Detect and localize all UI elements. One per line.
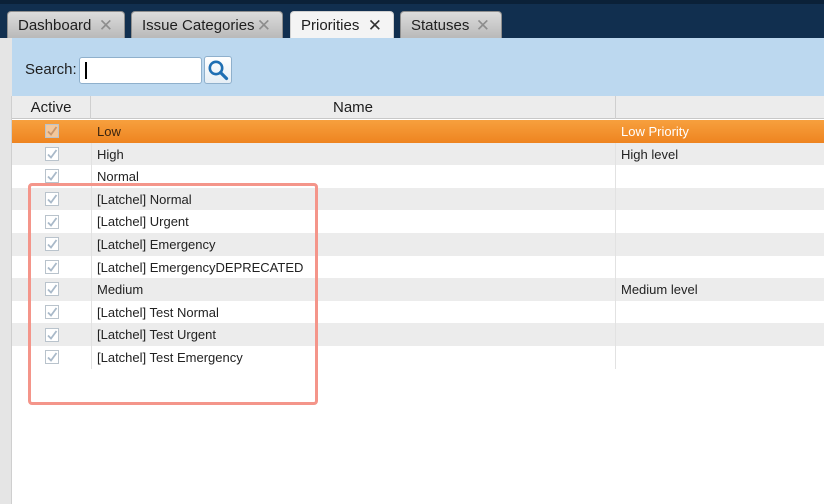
checkmark-icon [44,350,59,365]
table-row[interactable]: High High level [12,142,824,166]
tab-label: Priorities [301,17,360,34]
table-row[interactable]: [Latchel] Normal [12,187,824,211]
table-row[interactable]: Normal [12,165,824,188]
column-header-name[interactable]: Name [91,96,616,119]
active-checkbox[interactable] [12,278,91,301]
table-row[interactable]: [Latchel] Test Normal [12,300,824,324]
table-row[interactable]: Low Low Priority [12,120,824,143]
search-label: Search: [25,61,77,78]
priority-description [616,301,824,324]
priority-description: High level [621,146,679,162]
checkmark-icon [44,305,59,320]
table-row[interactable]: [Latchel] Test Emergency [12,345,824,369]
checkmark-icon [44,192,59,207]
checkmark-icon [44,282,59,297]
checkmark-icon [44,327,59,342]
search-button[interactable] [204,56,232,84]
priority-description [616,323,824,346]
priority-name: Medium [91,278,616,301]
priority-description [616,233,824,256]
priorities-grid: Low Low Priority High High level Normal [Latc… [12,120,824,369]
priority-name: Low [97,124,121,139]
table-row[interactable]: [Latchel] EmergencyDEPRECATED [12,255,824,279]
tab-statuses[interactable]: Statuses ✕ [400,11,502,38]
checkmark-icon [44,259,59,274]
priority-name: [Latchel] Emergency [91,232,616,256]
search-icon [208,60,229,81]
tab-dashboard[interactable]: Dashboard ✕ [7,11,125,38]
priority-name: [Latchel] Normal [91,187,616,211]
close-icon[interactable]: ✕ [257,17,271,34]
active-checkbox[interactable] [12,301,91,324]
checkmark-icon [44,169,59,184]
active-checkbox[interactable] [12,120,91,143]
checkmark-icon [44,237,59,252]
priority-description [616,256,824,279]
priority-description: Medium level [621,282,698,298]
table-row[interactable]: [Latchel] Emergency [12,232,824,256]
priority-name: [Latchel] Urgent [91,210,616,233]
priority-name: [Latchel] EmergencyDEPRECATED [91,255,616,279]
active-checkbox[interactable] [12,256,91,279]
tab-label: Statuses [411,16,470,34]
column-header-description[interactable] [616,96,824,119]
table-row[interactable]: [Latchel] Urgent [12,210,824,233]
active-checkbox[interactable] [12,210,91,233]
close-icon[interactable]: ✕ [368,17,382,34]
active-checkbox[interactable] [12,346,91,369]
checkmark-icon [44,214,59,229]
tab-issue-categories[interactable]: Issue Categories ✕ [131,11,283,38]
table-row[interactable]: [Latchel] Test Urgent [12,323,824,346]
close-icon[interactable]: ✕ [99,17,113,34]
priority-description [616,165,824,188]
checkmark-icon [44,146,59,161]
text-cursor [85,62,87,79]
priority-name: Normal [91,165,616,188]
priority-name: [Latchel] Test Urgent [91,323,616,346]
priority-description: Low Priority [621,124,689,139]
column-header-active[interactable]: Active [12,96,91,119]
tab-label: Dashboard [18,16,92,34]
priority-description [616,210,824,233]
tab-label: Issue Categories [142,16,255,34]
active-checkbox[interactable] [12,188,91,211]
close-icon[interactable]: ✕ [476,17,490,34]
tab-bar-top-line [0,0,824,4]
priority-name: High [91,142,616,166]
active-checkbox[interactable] [12,143,91,166]
active-checkbox[interactable] [12,323,91,346]
checkmark-icon [44,124,59,139]
priority-description [616,346,824,369]
active-checkbox[interactable] [12,165,91,188]
tab-priorities[interactable]: Priorities ✕ [290,11,394,39]
active-checkbox[interactable] [12,233,91,256]
priority-name: [Latchel] Test Normal [91,300,616,324]
table-row[interactable]: Medium Medium level [12,278,824,301]
search-input[interactable] [79,57,202,84]
tab-bar: Dashboard ✕ Issue Categories ✕ Prioritie… [0,0,824,39]
priority-name: [Latchel] Test Emergency [91,345,616,369]
left-edge [0,96,12,504]
priority-description [616,188,824,211]
grid-header: Active Name [12,96,824,119]
